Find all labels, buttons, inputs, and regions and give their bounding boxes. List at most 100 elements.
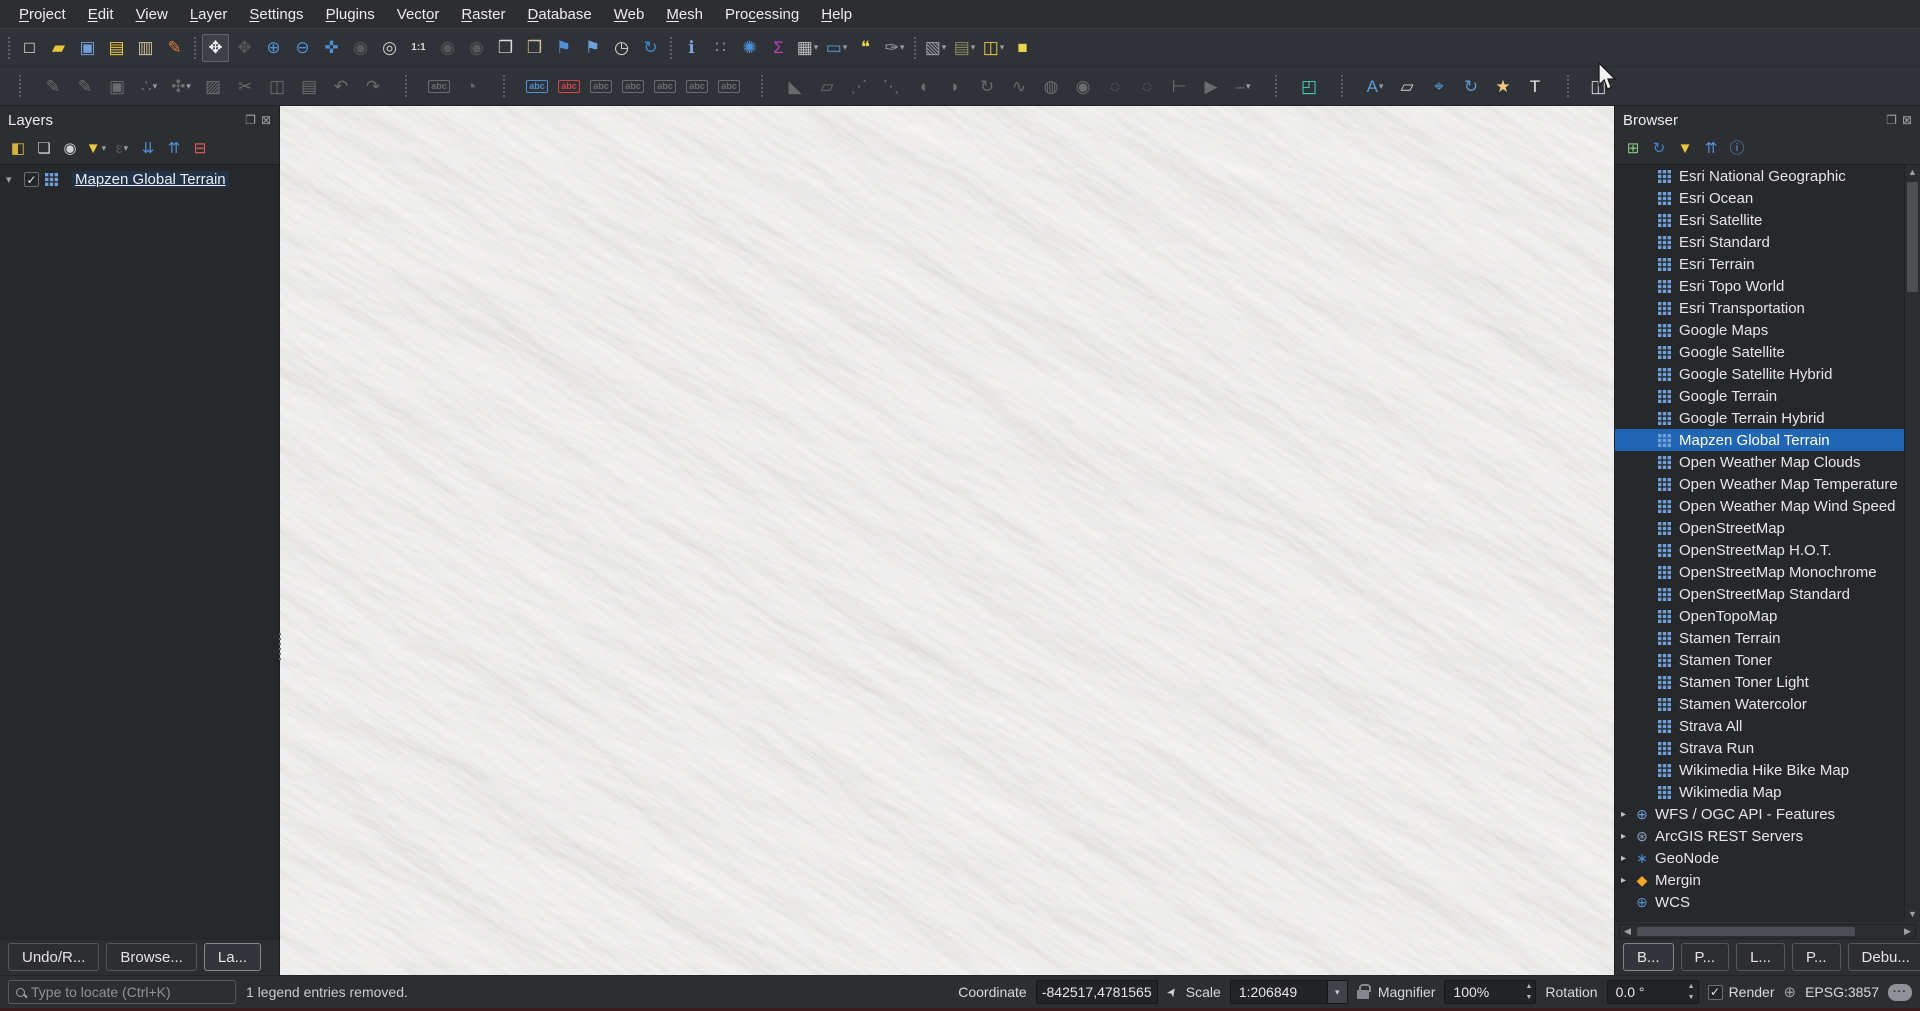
browser-item[interactable]: Esri Satellite xyxy=(1615,209,1904,231)
dropdown-arrow-icon[interactable] xyxy=(153,81,158,92)
dropdown-arrow-icon[interactable] xyxy=(102,143,107,154)
pin-unpin-labels-button[interactable]: abc xyxy=(586,72,616,100)
new-map-view-button[interactable]: ❒ xyxy=(521,34,548,62)
toolbar-handle[interactable] xyxy=(391,75,421,97)
map-tips-button[interactable]: ❝ xyxy=(852,34,879,62)
vertex-tool-button[interactable]: ✣ xyxy=(166,72,196,100)
rotation-spinbox[interactable]: 0.0 ° xyxy=(1607,980,1699,1004)
toolbar-handle[interactable] xyxy=(911,37,919,59)
dropdown-arrow-icon[interactable] xyxy=(900,42,905,53)
redo-button[interactable]: ↷ xyxy=(358,72,388,100)
zoom-last-button[interactable]: ◉ xyxy=(434,34,461,62)
layer-labeling-options-button[interactable]: abc xyxy=(424,72,454,100)
reshape-features-button[interactable]: ▱ xyxy=(812,72,842,100)
manage-map-themes-button[interactable]: ◉ xyxy=(58,136,82,160)
filter-by-expression-button[interactable]: ε xyxy=(110,136,134,160)
browser-item[interactable]: Stamen Toner Light xyxy=(1615,671,1904,693)
style-manager-button[interactable]: ✎ xyxy=(161,34,188,62)
show-bookmarks-button[interactable]: ⚑ xyxy=(579,34,606,62)
dropdown-arrow-icon[interactable] xyxy=(942,42,947,53)
dock-tab[interactable]: Undo/R... xyxy=(8,943,99,971)
toolbar-handle[interactable] xyxy=(5,37,13,59)
run-feature-action-button[interactable]: ∷ xyxy=(707,34,734,62)
label-toolbar-button[interactable]: A xyxy=(1360,72,1390,100)
magnifier-spinbox[interactable]: 100% xyxy=(1444,980,1536,1004)
add-selected-layers-button[interactable]: ⊞ xyxy=(1621,136,1645,160)
browser-item[interactable]: Strava All xyxy=(1615,715,1904,737)
rotate-label-button[interactable]: abc xyxy=(682,72,712,100)
show-layout-manager-button[interactable]: ▥ xyxy=(132,34,159,62)
browser-item[interactable]: Open Weather Map Clouds xyxy=(1615,451,1904,473)
dropdown-arrow-icon[interactable] xyxy=(1000,42,1005,53)
browser-item[interactable]: Google Terrain Hybrid xyxy=(1615,407,1904,429)
properties-widget-button[interactable]: ⓘ xyxy=(1725,136,1749,160)
delete-ring-button[interactable]: ◌ xyxy=(1100,72,1130,100)
digitize-with-segment-button[interactable]: ∴ xyxy=(134,72,164,100)
delete-part-button[interactable]: ◌ xyxy=(1132,72,1162,100)
panel-splitter-handle[interactable] xyxy=(277,633,283,661)
add-ring-button[interactable]: ◍ xyxy=(1036,72,1066,100)
browser-item[interactable]: OpenStreetMap H.O.T. xyxy=(1615,539,1904,561)
dropdown-arrow-icon[interactable] xyxy=(843,42,848,53)
collapse-button[interactable]: – xyxy=(1228,72,1258,100)
toolbar-handle[interactable] xyxy=(191,37,199,59)
menu-item[interactable]: Help xyxy=(810,3,863,26)
dropdown-arrow-icon[interactable] xyxy=(814,42,819,53)
browser-item[interactable]: Stamen Toner xyxy=(1615,649,1904,671)
expander-icon[interactable] xyxy=(1621,809,1634,820)
browser-item[interactable]: ⊕ WCS xyxy=(1615,891,1904,913)
scrollbar-thumb[interactable] xyxy=(1637,927,1855,936)
fill-ring-button[interactable]: ◉ xyxy=(1068,72,1098,100)
scroll-left-icon[interactable] xyxy=(1620,925,1635,938)
offset-curve-button[interactable]: ◣ xyxy=(780,72,810,100)
move-label-diagram-button[interactable]: abc xyxy=(650,72,680,100)
show-unplaced-labels-button[interactable]: abc xyxy=(554,72,584,100)
dock-tab[interactable]: P... xyxy=(1681,943,1730,971)
toolbar-handle[interactable] xyxy=(1553,75,1583,97)
expand-collapse-icon[interactable]: ▾ xyxy=(6,173,18,186)
close-panel-icon[interactable]: ⊠ xyxy=(1902,113,1912,127)
browser-item[interactable]: ⊕ WFS / OGC API - Features xyxy=(1615,803,1904,825)
dock-tab[interactable]: L... xyxy=(1736,943,1785,971)
browser-item[interactable]: Stamen Terrain xyxy=(1615,627,1904,649)
dock-tab[interactable]: La... xyxy=(204,943,261,971)
select-features-button[interactable]: ▧ xyxy=(922,34,949,62)
combo-arrow-icon[interactable] xyxy=(1327,981,1347,1003)
scroll-up-icon[interactable] xyxy=(1905,165,1920,180)
text-annotation-button[interactable]: T xyxy=(1520,72,1550,100)
dock-tab[interactable]: Browse... xyxy=(106,943,197,971)
browser-item[interactable]: Wikimedia Map xyxy=(1615,781,1904,803)
spinner-arrows-icon[interactable] xyxy=(1525,983,1532,1001)
browser-item[interactable]: Esri National Geographic xyxy=(1615,165,1904,187)
filter-legend-button[interactable]: ▼ xyxy=(84,136,108,160)
add-group-button[interactable]: ❏ xyxy=(32,136,56,160)
simplify-feature-button[interactable]: ∿ xyxy=(1004,72,1034,100)
selection-tools-button[interactable]: ▤ xyxy=(951,34,978,62)
select-label-button[interactable]: ▱ xyxy=(1392,72,1422,100)
temporal-controller-button[interactable]: ◷ xyxy=(608,34,635,62)
layer-row[interactable]: ▾ Mapzen Global Terrain xyxy=(0,165,279,188)
expander-icon[interactable] xyxy=(1621,831,1634,842)
toolbar-handle[interactable] xyxy=(1327,75,1357,97)
new-3d-map-view-button[interactable]: ❒ xyxy=(492,34,519,62)
expand-all-button[interactable]: ⇊ xyxy=(136,136,160,160)
browser-item[interactable]: Esri Topo World xyxy=(1615,275,1904,297)
identify-features-button[interactable]: ℹ xyxy=(678,34,705,62)
browser-item[interactable]: ∗ GeoNode xyxy=(1615,847,1904,869)
save-project-button[interactable]: ▣ xyxy=(74,34,101,62)
browser-item[interactable]: ⊛ ArcGIS REST Servers xyxy=(1615,825,1904,847)
split-features-button[interactable]: ⋰ xyxy=(844,72,874,100)
browser-item[interactable]: OpenStreetMap Monochrome xyxy=(1615,561,1904,583)
menu-item[interactable]: Mesh xyxy=(655,3,714,26)
dropdown-arrow-icon[interactable] xyxy=(971,42,976,53)
copy-paste-style-button[interactable]: ◫ xyxy=(980,34,1007,62)
merge-features-button[interactable]: ◖ xyxy=(908,72,938,100)
zoom-to-layer-button[interactable]: ◎ xyxy=(376,34,403,62)
dock-tab[interactable]: P... xyxy=(1792,943,1841,971)
browser-vertical-scrollbar[interactable] xyxy=(1904,165,1920,922)
measure-button[interactable]: ▭ xyxy=(823,34,850,62)
menu-item[interactable]: Raster xyxy=(450,3,516,26)
new-project-button[interactable]: □ xyxy=(16,34,43,62)
toggle-extents-icon[interactable]: ➤ xyxy=(1163,984,1180,1000)
crs-status[interactable]: EPSG:3857 xyxy=(1805,984,1879,1000)
